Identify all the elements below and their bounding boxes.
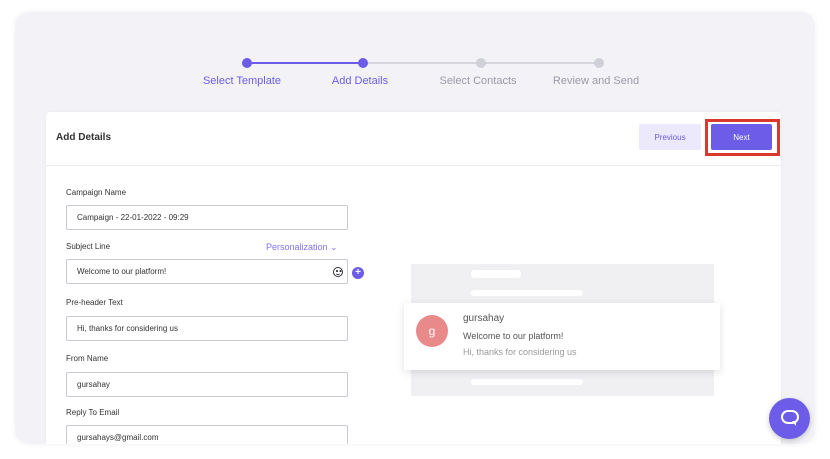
campaign-name-label: Campaign Name [66,188,127,197]
subject-line-input[interactable]: Welcome to our platform! [66,259,348,284]
from-name-input[interactable]: gursahay [66,372,348,397]
skeleton-line [471,290,583,296]
app-frame: Select Template Add Details Select Conta… [15,12,815,444]
from-name-label: From Name [66,354,109,363]
skeleton-line [471,379,583,385]
emoji-icon[interactable] [333,267,343,277]
chat-bubble-icon [781,410,799,424]
card-header: Add Details Previous Next [46,112,781,166]
preview-sender: gursahay [463,313,505,324]
personalization-dropdown[interactable]: Personalization ⌄ [266,242,338,253]
reply-to-label: Reply To Email [66,408,120,417]
step-label-review-send[interactable]: Review and Send [553,75,639,87]
subject-line-value: Welcome to our platform! [77,267,167,276]
reply-to-value: gursahays@gmail.com [77,433,159,442]
email-preview-card: g gursahay Welcome to our platform! Hi, … [404,303,720,370]
step-label-add-details[interactable]: Add Details [332,75,388,87]
campaign-name-input[interactable]: Campaign - 22-01-2022 - 09:29 [66,205,348,230]
preview-preheader: Hi, thanks for considering us [463,347,577,357]
step-label-select-template[interactable]: Select Template [203,75,281,87]
step-dot-select-contacts[interactable] [476,58,486,68]
step-connector-2 [363,62,481,64]
details-card: Add Details Previous Next Campaign Name … [46,112,781,444]
skeleton-line [471,270,521,278]
preview-subject: Welcome to our platform! [463,331,564,341]
chevron-down-icon: ⌄ [330,242,338,252]
step-dot-select-template[interactable] [242,58,252,68]
previous-button[interactable]: Previous [639,124,701,150]
preheader-label: Pre-header Text [66,298,123,307]
reply-to-input[interactable]: gursahays@gmail.com [66,425,348,444]
preheader-input[interactable]: Hi, thanks for considering us [66,316,348,341]
step-dot-add-details[interactable] [358,58,368,68]
step-dot-review-send[interactable] [594,58,604,68]
preheader-value: Hi, thanks for considering us [77,324,178,333]
personalization-label: Personalization [266,242,328,252]
progress-stepper: Select Template Add Details Select Conta… [15,12,815,102]
avatar: g [416,315,448,347]
chat-support-button[interactable] [769,398,810,439]
card-title: Add Details [56,132,112,143]
subject-line-label: Subject Line [66,242,111,251]
from-name-value: gursahay [77,380,110,389]
step-label-select-contacts[interactable]: Select Contacts [439,75,516,87]
step-connector-3 [481,62,599,64]
chat-tail-icon [792,421,796,426]
next-button[interactable]: Next [711,124,772,150]
step-connector-1 [247,62,363,64]
campaign-name-value: Campaign - 22-01-2022 - 09:29 [77,213,189,222]
add-plus-icon[interactable]: + [352,267,364,279]
